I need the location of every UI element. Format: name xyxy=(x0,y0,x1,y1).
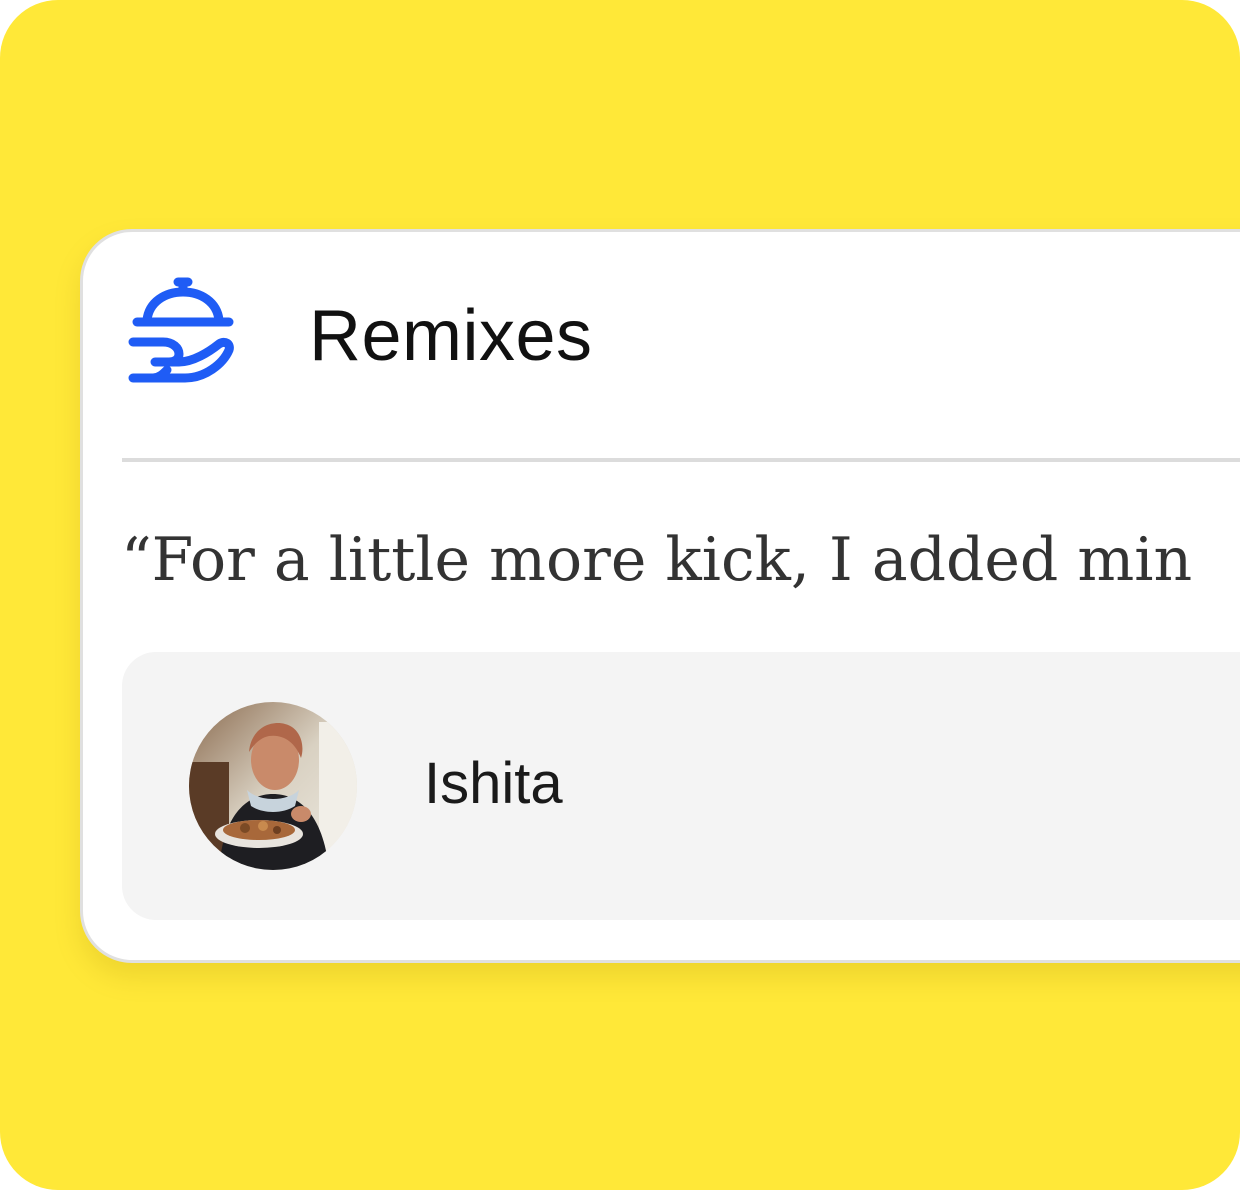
page-background: Remixes “For a little more kick, I added… xyxy=(0,0,1240,1190)
divider xyxy=(122,458,1240,462)
author-row[interactable]: Ishita xyxy=(122,652,1240,920)
serving-cloche-hand-icon xyxy=(125,274,243,392)
card-header: Remixes xyxy=(83,232,1240,456)
section-title: Remixes xyxy=(309,296,593,376)
remix-quote: “For a little more kick, I added min xyxy=(121,525,1193,595)
author-name[interactable]: Ishita xyxy=(424,749,563,819)
avatar[interactable] xyxy=(189,702,357,870)
remixes-card: Remixes “For a little more kick, I added… xyxy=(80,229,1240,963)
